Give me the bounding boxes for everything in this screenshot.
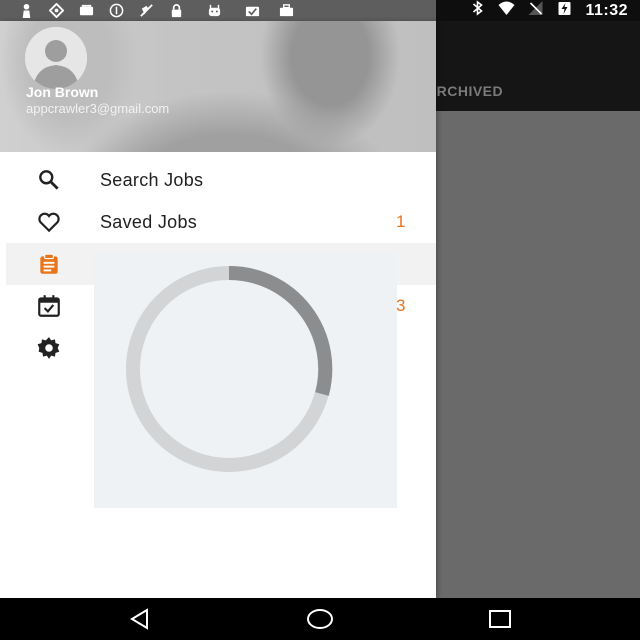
loading-spinner-icon (126, 265, 333, 472)
tab-archived[interactable]: ARCHIVED (426, 83, 503, 99)
storage-icon (74, 3, 98, 19)
gear-icon (35, 334, 63, 362)
home-icon (307, 609, 333, 629)
briefcase-check-icon (240, 3, 264, 19)
scrim[interactable] (436, 111, 640, 598)
loading-dialog (94, 254, 397, 508)
back-icon (130, 608, 148, 630)
drawer-header: Jon Brown appcrawler3@gmail.com (0, 21, 436, 152)
calendar-check-icon (35, 292, 63, 320)
android-icon (202, 3, 226, 19)
avatar[interactable] (25, 27, 87, 89)
briefcase-icon (274, 3, 298, 19)
recents-icon (489, 610, 511, 628)
system-nav-bar (0, 598, 640, 640)
no-signal-icon (527, 0, 544, 21)
info-icon (104, 3, 128, 19)
person-icon (14, 3, 38, 19)
menu-item-saved-jobs[interactable]: Saved Jobs 1 (0, 201, 436, 243)
lock-icon (164, 3, 188, 19)
bluetooth-icon (469, 0, 486, 21)
user-email: appcrawler3@gmail.com (26, 101, 170, 116)
battery-charging-icon (556, 0, 573, 21)
back-button[interactable] (120, 606, 160, 632)
user-name: Jon Brown (26, 84, 99, 100)
silent-icon (134, 3, 158, 19)
wifi-icon (498, 0, 515, 21)
status-bar: 11:32 (0, 0, 640, 21)
recents-button[interactable] (480, 606, 520, 632)
status-bar-system: 11:32 (436, 0, 640, 21)
menu-item-label: Saved Jobs (100, 211, 198, 232)
location-icon (44, 3, 68, 19)
menu-item-label: Search Jobs (100, 169, 204, 190)
menu-item-count: 3 (396, 296, 406, 315)
app-toolbar: ARCHIVED (426, 21, 640, 111)
menu-item-count: 1 (396, 212, 406, 231)
menu-item-search-jobs[interactable]: Search Jobs (0, 159, 436, 201)
clock: 11:32 (585, 1, 628, 19)
heart-icon (35, 208, 63, 236)
clipboard-icon (35, 250, 63, 278)
status-bar-notifications (0, 0, 436, 21)
search-icon (35, 166, 63, 194)
home-button[interactable] (300, 606, 340, 632)
